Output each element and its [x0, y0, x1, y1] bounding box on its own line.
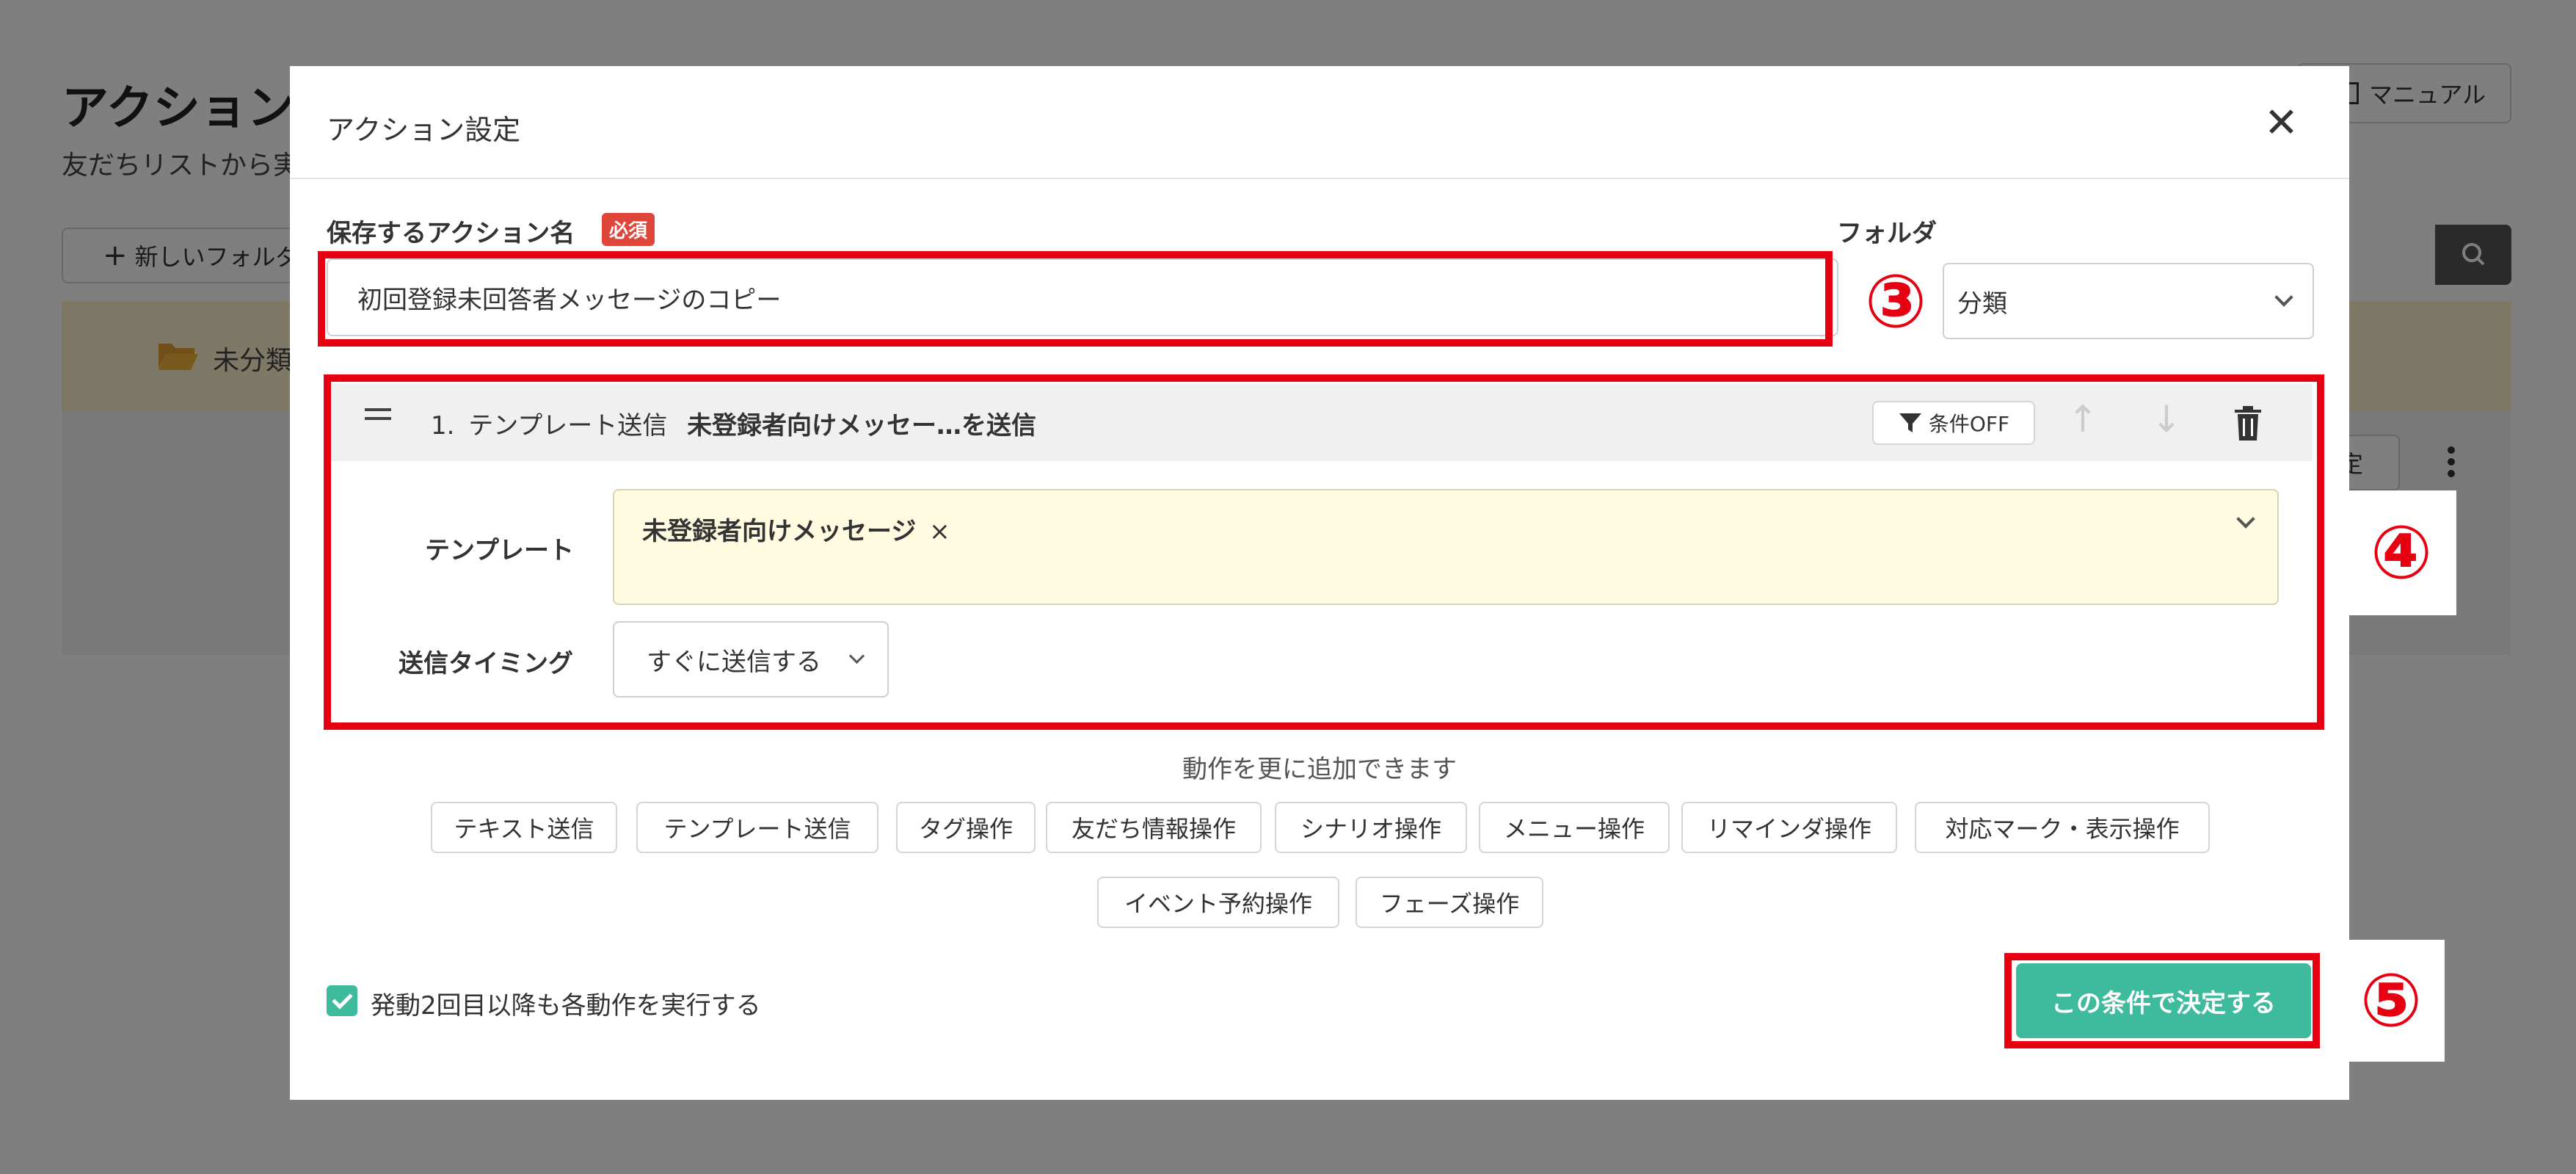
add-reminder-button[interactable]: リマインダ操作 [1681, 802, 1897, 853]
check-icon [331, 988, 353, 1010]
action-name-label: 保存するアクション名 [327, 219, 575, 248]
annotation-5: ⑤ [2359, 957, 2423, 1043]
add-event-booking-button[interactable]: イベント予約操作 [1097, 877, 1339, 928]
modal-title: アクション設定 [327, 114, 521, 146]
action-settings-modal: アクション設定 ✕ 保存するアクション名 必須 初回登録未回答者メッセージのコピ… [290, 66, 2456, 1100]
highlight-box-name [318, 251, 1833, 347]
add-mark-display-button[interactable]: 対応マーク・表示操作 [1915, 802, 2210, 853]
close-icon[interactable]: ✕ [2264, 103, 2299, 144]
folder-select[interactable]: 分類 [1943, 263, 2314, 339]
add-scenario-button[interactable]: シナリオ操作 [1275, 802, 1467, 853]
highlight-box-action [324, 374, 2324, 730]
add-tag-operation-button[interactable]: タグ操作 [896, 802, 1036, 853]
folder-label: フォルダ [1837, 219, 1937, 248]
repeat-checkbox[interactable] [327, 985, 357, 1016]
required-badge: 必須 [602, 213, 655, 246]
add-text-send-button[interactable]: テキスト送信 [431, 802, 617, 853]
add-menu-button[interactable]: メニュー操作 [1479, 802, 1670, 853]
annotation-4: ④ [2370, 510, 2433, 595]
highlight-box-submit [2004, 953, 2320, 1048]
annotation-3-bg: ③ [1852, 261, 1940, 342]
header-divider [290, 178, 2349, 179]
annotation-3: ③ [1864, 258, 1927, 344]
chevron-down-icon [2274, 288, 2293, 307]
add-phase-button[interactable]: フェーズ操作 [1356, 877, 1543, 928]
annotation-4-bg: ④ [2346, 490, 2456, 615]
repeat-checkbox-label: 発動2回目以降も各動作を実行する [371, 991, 761, 1021]
annotation-5-bg: ⑤ [2337, 940, 2445, 1062]
add-template-send-button[interactable]: テンプレート送信 [636, 802, 878, 853]
add-friend-info-button[interactable]: 友だち情報操作 [1046, 802, 1262, 853]
add-action-hint: 動作を更に追加できます [1182, 755, 1457, 784]
